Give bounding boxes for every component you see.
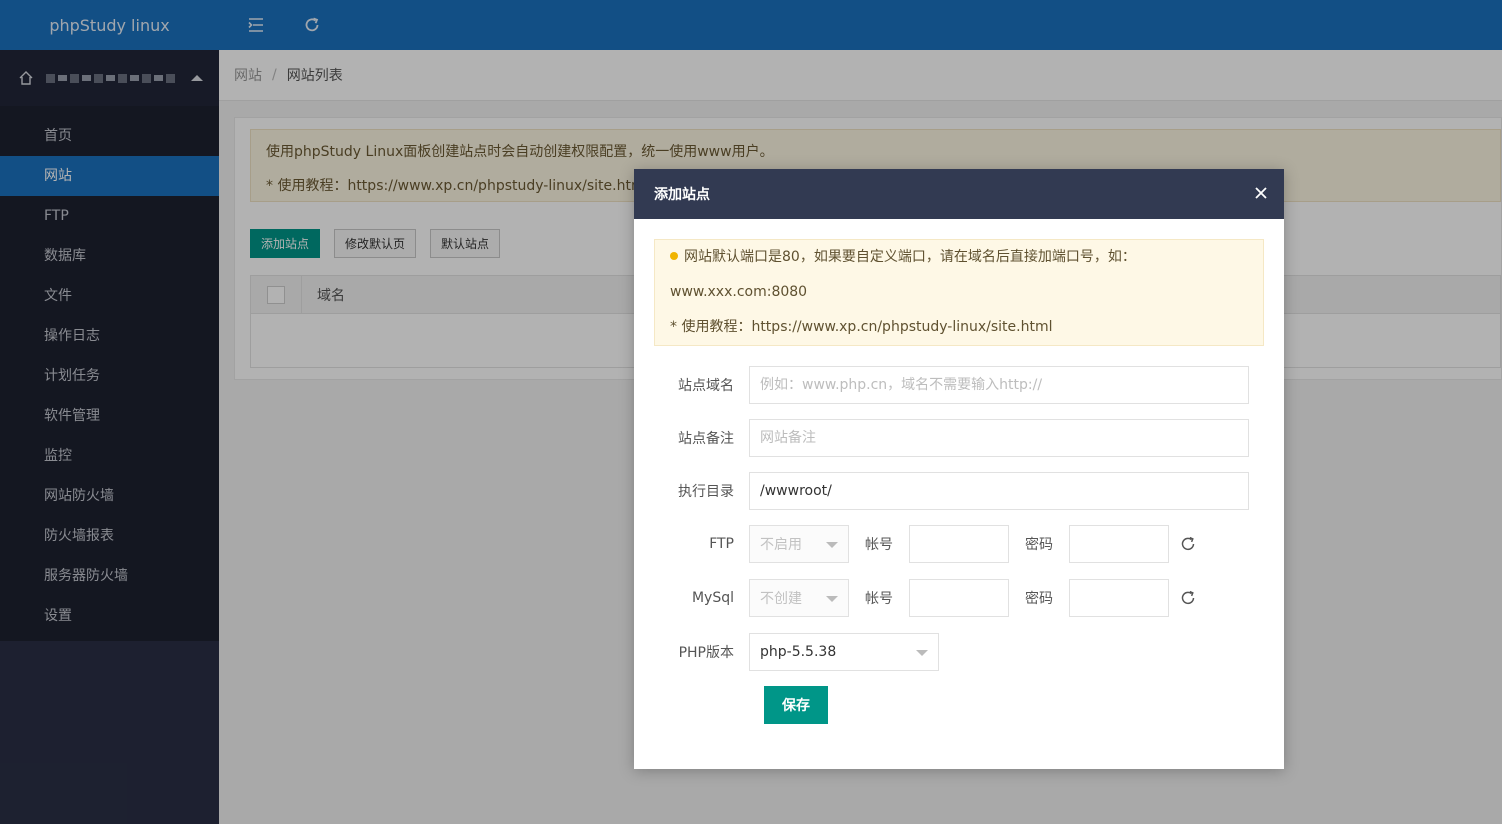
dialog-title: 添加站点 [654, 187, 710, 203]
domain-label: 站点域名 [678, 378, 734, 394]
ftp-account-input[interactable] [909, 525, 1009, 563]
php-label: PHP版本 [678, 645, 734, 661]
ftp-select-value: 不启用 [760, 537, 802, 553]
mysql-account-input[interactable] [909, 579, 1009, 617]
domain-input[interactable] [749, 366, 1249, 404]
mysql-select[interactable]: 不创建 [749, 579, 849, 617]
mysql-account-label: 帐号 [865, 591, 893, 607]
mysql-label: MySql [691, 590, 734, 606]
tip-line-1: 网站默认端口是80，如果要自定义端口，请在域名后直接加端口号，如： [684, 249, 1136, 265]
row-domain: 站点域名 [634, 366, 1284, 404]
tip-line-2: www.xxx.com:8080 [670, 284, 808, 300]
php-version-value: php-5.5.38 [760, 644, 837, 660]
chevron-down-icon [826, 596, 838, 602]
warning-dot-icon [670, 252, 678, 260]
remark-label: 站点备注 [678, 431, 734, 447]
remark-input[interactable] [749, 419, 1249, 457]
row-mysql: MySql 不创建 帐号 密码 [634, 579, 1284, 617]
tip-line-3: * 使用教程：https://www.xp.cn/phpstudy-linux/… [670, 319, 1053, 335]
dialog-tip: 网站默认端口是80，如果要自定义端口，请在域名后直接加端口号，如： www.xx… [654, 239, 1264, 346]
row-directory: 执行目录 [634, 472, 1284, 510]
php-version-select[interactable]: php-5.5.38 [749, 633, 939, 671]
mysql-refresh-icon[interactable] [1179, 589, 1197, 607]
mysql-select-value: 不创建 [760, 591, 802, 607]
ftp-select[interactable]: 不启用 [749, 525, 849, 563]
close-icon[interactable] [1254, 186, 1268, 200]
chevron-down-icon [826, 542, 838, 548]
directory-label: 执行目录 [678, 484, 734, 500]
directory-input[interactable] [749, 472, 1249, 510]
ftp-password-label: 密码 [1025, 537, 1053, 553]
ftp-refresh-icon[interactable] [1179, 535, 1197, 553]
add-site-dialog: 添加站点 网站默认端口是80，如果要自定义端口，请在域名后直接加端口号，如： w… [634, 169, 1284, 769]
row-php: PHP版本 php-5.5.38 [634, 633, 1284, 671]
ftp-account-label: 帐号 [865, 537, 893, 553]
row-ftp: FTP 不启用 帐号 密码 [634, 525, 1284, 563]
ftp-label: FTP [709, 536, 734, 552]
dialog-header: 添加站点 [634, 169, 1284, 219]
save-button[interactable]: 保存 [764, 686, 828, 724]
ftp-password-input[interactable] [1069, 525, 1169, 563]
mysql-password-label: 密码 [1025, 591, 1053, 607]
row-remark: 站点备注 [634, 419, 1284, 457]
chevron-down-icon [916, 650, 928, 656]
mysql-password-input[interactable] [1069, 579, 1169, 617]
